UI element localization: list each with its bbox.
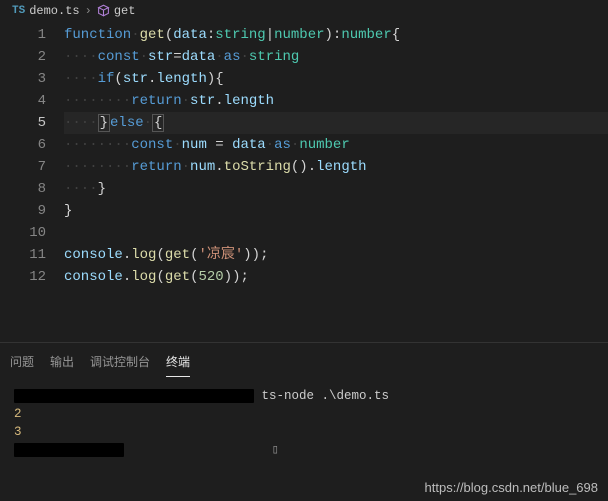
redacted-region <box>14 389 254 403</box>
line-number: 2 <box>0 46 46 68</box>
cube-icon <box>97 4 110 19</box>
code-line[interactable]: console.log(get(520)); <box>64 266 608 288</box>
code-line[interactable]: ····const·str=data·as·string <box>64 46 608 68</box>
code-line[interactable]: console.log(get('凉宸')); <box>64 244 608 266</box>
terminal-content[interactable]: ts-node .\demo.ts 2 3 ▯ <box>0 377 608 469</box>
lang-badge: TS <box>12 5 25 17</box>
code-line[interactable]: ········return·num.toString().length <box>64 156 608 178</box>
terminal-cursor: ▯ <box>272 443 280 457</box>
tab-problems[interactable]: 问题 <box>10 349 34 377</box>
line-number: 10 <box>0 222 46 244</box>
code-area[interactable]: function·get(data:string|number):number{… <box>64 24 608 342</box>
breadcrumb-separator: › <box>85 4 92 18</box>
terminal-command-text: ts-node .\demo.ts <box>262 389 390 403</box>
line-number: 12 <box>0 266 46 288</box>
line-number: 7 <box>0 156 46 178</box>
code-line[interactable]: ····if(str.length){ <box>64 68 608 90</box>
code-editor[interactable]: 123456789101112 function·get(data:string… <box>0 22 608 342</box>
redacted-region <box>14 443 124 457</box>
tab-debug[interactable]: 调试控制台 <box>90 349 150 377</box>
line-number: 5 <box>0 112 46 134</box>
code-line[interactable]: ····}else·{ <box>64 112 608 134</box>
breadcrumb[interactable]: TS demo.ts › get <box>0 0 608 22</box>
terminal-output-line: 3 <box>14 423 594 441</box>
bottom-panel: 问题输出调试控制台终端 ts-node .\demo.ts 2 3 ▯ <box>0 342 608 501</box>
watermark-text: https://blog.csdn.net/blue_698 <box>425 480 598 495</box>
line-number: 4 <box>0 90 46 112</box>
code-line[interactable] <box>64 222 608 244</box>
line-number: 8 <box>0 178 46 200</box>
line-number: 3 <box>0 68 46 90</box>
breadcrumb-symbol[interactable]: get <box>114 4 136 18</box>
tab-output[interactable]: 输出 <box>50 349 74 377</box>
code-line[interactable]: } <box>64 200 608 222</box>
breadcrumb-file[interactable]: demo.ts <box>29 4 79 18</box>
line-number: 6 <box>0 134 46 156</box>
code-line[interactable]: function·get(data:string|number):number{ <box>64 24 608 46</box>
code-line[interactable]: ········return·str.length <box>64 90 608 112</box>
code-line[interactable]: ····} <box>64 178 608 200</box>
terminal-output-line: 2 <box>14 405 594 423</box>
line-number: 9 <box>0 200 46 222</box>
panel-tabs: 问题输出调试控制台终端 <box>0 343 608 377</box>
line-number: 11 <box>0 244 46 266</box>
line-number: 1 <box>0 24 46 46</box>
line-gutter: 123456789101112 <box>0 24 64 342</box>
code-line[interactable]: ········const·num = data·as·number <box>64 134 608 156</box>
tab-terminal[interactable]: 终端 <box>166 349 190 377</box>
